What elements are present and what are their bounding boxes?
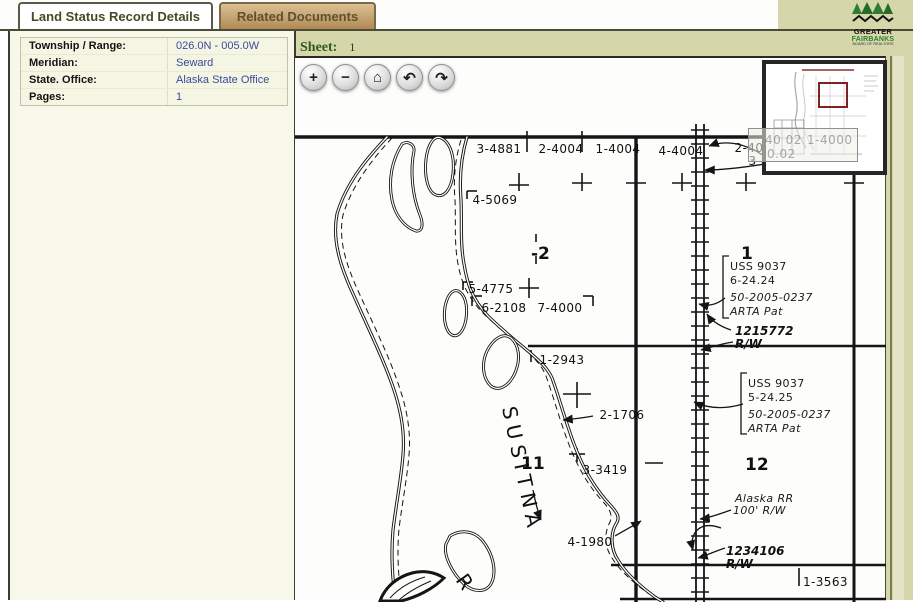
svg-text:ARTA Pat: ARTA Pat (729, 305, 783, 318)
tab-label: Land Status Record Details (31, 9, 200, 24)
logo-tagline: BOARD OF REALTORS (849, 43, 897, 47)
tab-related-documents[interactable]: Related Documents (219, 2, 376, 29)
svg-text:100' R/W: 100' R/W (733, 504, 787, 517)
table-row: State. Office: Alaska State Office (21, 72, 287, 89)
sheet-header: Sheet: 1 (300, 38, 355, 56)
row-label: Meridian: (21, 55, 167, 71)
zoom-in-button[interactable]: + (300, 64, 327, 91)
railroad-annotation: Alaska RR 100' R/W (733, 492, 794, 517)
svg-text:6-24.24: 6-24.24 (730, 274, 775, 287)
svg-text:50-2005-0237: 50-2005-0237 (730, 291, 813, 304)
railroad-track (691, 124, 709, 602)
tab-land-status-record-details[interactable]: Land Status Record Details (18, 2, 213, 29)
row-label: Township / Range: (21, 38, 167, 54)
svg-text:5-24.25: 5-24.25 (748, 391, 793, 404)
logo-title: GREATER (849, 28, 897, 36)
meridian-value: Seward (167, 55, 287, 71)
survey-label: 2-1706 (600, 408, 645, 422)
minus-icon: − (341, 69, 350, 86)
svg-text:ARTA Pat: ARTA Pat (747, 422, 801, 435)
svg-text:R/W: R/W (735, 337, 763, 351)
uss-annotation-2: USS 9037 5-24.25 50-2005-0237 ARTA Pat (747, 377, 831, 435)
details-table: Township / Range: 026.0N - 005.0W Meridi… (20, 37, 288, 106)
overview-drag-box[interactable]: 40 02 1-4000 0.02 (748, 128, 858, 162)
svg-text:R/W: R/W (726, 557, 754, 571)
survey-label: 1-3563 (803, 575, 848, 589)
row-label: State. Office: (21, 72, 167, 88)
annotation-arrows (533, 143, 767, 558)
survey-label: 4-5069 (473, 193, 518, 207)
redo-arrow-icon: ↷ (435, 69, 448, 87)
ghost-label: 1-4000 (807, 133, 853, 147)
section-12: 12 (745, 455, 769, 475)
survey-label: 2-4004 (539, 142, 584, 156)
row-label: Pages: (21, 89, 167, 105)
state-office-value: Alaska State Office (167, 72, 287, 88)
survey-label: 1-4004 (596, 142, 641, 156)
trees-houses-icon (849, 2, 897, 24)
home-icon: ⌂ (373, 69, 382, 86)
viewport-rectangle[interactable] (818, 82, 848, 108)
survey-label: 3-4881 (477, 142, 522, 156)
svg-text:1234106: 1234106 (726, 544, 784, 558)
rw-annotation-2: 1234106 R/W (726, 544, 784, 571)
survey-label: 4-1980 (568, 535, 613, 549)
tab-label: Related Documents (237, 9, 358, 24)
ghost-label: 0.02 (767, 147, 796, 161)
survey-label: 5-4775 (469, 282, 514, 296)
home-button[interactable]: ⌂ (364, 64, 391, 91)
uss-annotation-1: USS 9037 6-24.24 50-2005-0237 ARTA Pat (729, 260, 813, 318)
viewer-right-band (893, 56, 904, 600)
undo-arrow-icon: ↶ (403, 69, 416, 87)
zoom-out-button[interactable]: − (332, 64, 359, 91)
township-range-value: 026.0N - 005.0W (167, 38, 287, 54)
table-row: Meridian: Seward (21, 55, 287, 72)
survey-label: 4-4004 (659, 144, 704, 158)
sheet-number: 1 (349, 40, 355, 54)
svg-text:50-2005-0237: 50-2005-0237 (748, 408, 831, 421)
viewer-right-edge (890, 56, 892, 600)
svg-text:USS 9037: USS 9037 (748, 377, 805, 390)
svg-text:1215772: 1215772 (735, 324, 793, 338)
land-status-details-panel: Township / Range: 026.0N - 005.0W Meridi… (8, 31, 294, 600)
tabbar-divider (0, 29, 913, 31)
rotate-left-button[interactable]: ↶ (396, 64, 423, 91)
survey-label: 3-3419 (583, 463, 628, 477)
greater-fairbanks-logo: GREATER FAIRBANKS BOARD OF REALTORS (849, 2, 897, 50)
pages-value: 1 (167, 89, 287, 105)
survey-label: 7-4000 (538, 301, 583, 315)
survey-label: 6-2108 (482, 301, 527, 315)
plus-icon: + (309, 69, 318, 86)
section-2: -2 (531, 244, 550, 264)
table-row: Pages: 1 (21, 89, 287, 105)
sheet-label: Sheet: (300, 40, 337, 55)
table-row: Township / Range: 026.0N - 005.0W (21, 38, 287, 55)
rotate-right-button[interactable]: ↷ (428, 64, 455, 91)
survey-label: 1-2943 (540, 353, 585, 367)
svg-text:USS 9037: USS 9037 (730, 260, 787, 273)
ghost-label: 40 02 (765, 133, 802, 147)
